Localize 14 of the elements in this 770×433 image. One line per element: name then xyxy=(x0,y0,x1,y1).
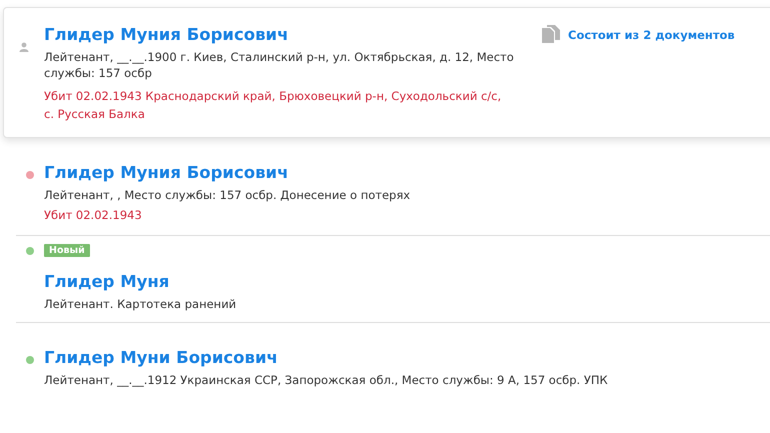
record-details: Лейтенант, , Место службы: 157 осбр. Донесение о потерях xyxy=(44,187,412,203)
person-icon xyxy=(19,42,29,52)
documents-link[interactable]: Состоит из 2 документов xyxy=(542,24,735,46)
documents-icon xyxy=(542,25,560,45)
fate-text: Убит 02.02.1943 Краснодарский край, Брюховецкий р-н, Суходольский с/с, с. Русская Балка xyxy=(44,88,502,123)
fate-text: Убит 02.02.1943 xyxy=(44,207,143,224)
record-details: Лейтенант, __.__.1900 г. Киев, Сталинский р-н, ул. Октябрьская, д. 12, Место службы: 157 осбр xyxy=(44,49,514,81)
record-details: Лейтенант. Картотека ранений xyxy=(44,296,238,312)
new-badge: Новый xyxy=(44,244,90,257)
person-name-link[interactable]: Глидер Муни Борисович xyxy=(44,347,744,369)
person-name-link[interactable]: Глидер Муния Борисович xyxy=(44,24,514,46)
record-details: Лейтенант, __.__.1912 Украинская ССР, Запорожская обл., Место службы: 9 А, 157 осбр. УПК xyxy=(44,372,609,388)
person-name-link[interactable]: Глидер Муня xyxy=(44,271,744,293)
person-name-link[interactable]: Глидер Муния Борисович xyxy=(44,162,744,184)
